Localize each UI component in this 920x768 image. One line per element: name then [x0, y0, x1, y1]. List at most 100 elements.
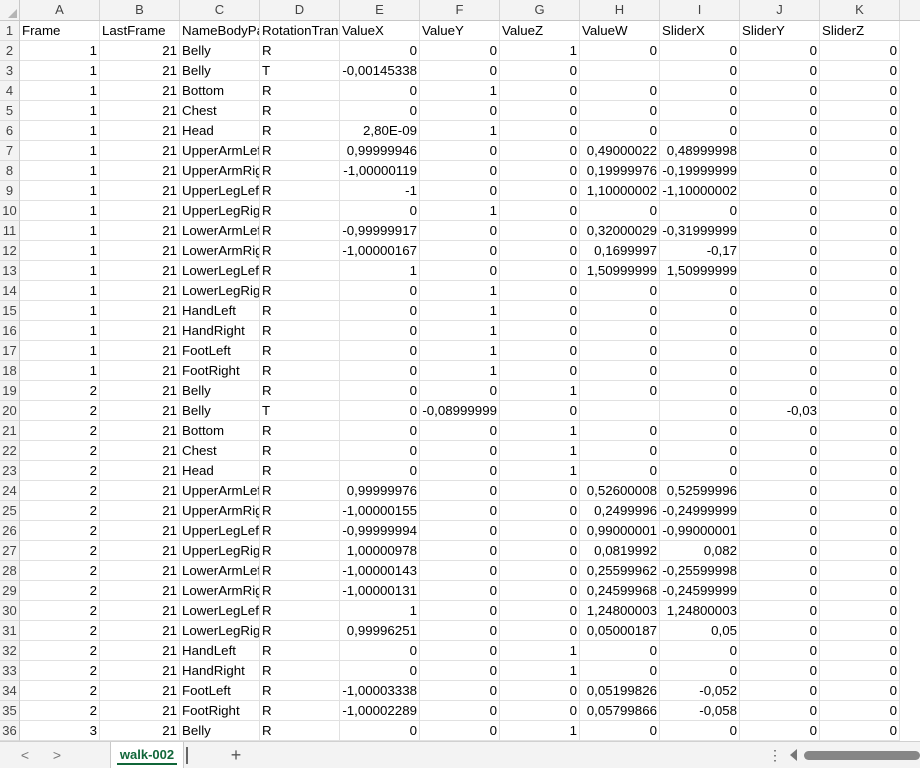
- cell[interactable]: 0: [420, 561, 500, 581]
- header-cell[interactable]: ValueX: [340, 21, 420, 41]
- cell[interactable]: 2: [20, 421, 100, 441]
- cell[interactable]: LowerArmRight: [180, 581, 260, 601]
- cell[interactable]: 0: [820, 681, 900, 701]
- cell[interactable]: R: [260, 501, 340, 521]
- cell[interactable]: HandRight: [180, 321, 260, 341]
- row-header[interactable]: 26: [0, 521, 20, 541]
- cell[interactable]: 2: [20, 461, 100, 481]
- column-header-a[interactable]: A: [20, 0, 100, 20]
- cell[interactable]: 0: [820, 661, 900, 681]
- cell[interactable]: 0: [740, 41, 820, 61]
- cell[interactable]: 21: [100, 581, 180, 601]
- row-header[interactable]: 28: [0, 561, 20, 581]
- header-cell[interactable]: ValueZ: [500, 21, 580, 41]
- cell[interactable]: -1,00003338: [340, 681, 420, 701]
- cell[interactable]: -1,00002289: [340, 701, 420, 721]
- cell[interactable]: 0: [820, 441, 900, 461]
- row-header[interactable]: 27: [0, 541, 20, 561]
- cell[interactable]: 0: [820, 421, 900, 441]
- cell[interactable]: 0: [740, 421, 820, 441]
- cell[interactable]: 21: [100, 541, 180, 561]
- cell[interactable]: 0: [420, 721, 500, 741]
- cell[interactable]: 0: [660, 441, 740, 461]
- cell[interactable]: 0: [420, 521, 500, 541]
- cell[interactable]: 1: [20, 301, 100, 321]
- cell[interactable]: Chest: [180, 101, 260, 121]
- cell[interactable]: 1: [20, 361, 100, 381]
- cell[interactable]: 0: [820, 721, 900, 741]
- cell[interactable]: 0: [420, 701, 500, 721]
- cell[interactable]: 0: [820, 501, 900, 521]
- cell[interactable]: 0: [820, 381, 900, 401]
- cell[interactable]: UpperArmRight: [180, 161, 260, 181]
- cell[interactable]: R: [260, 261, 340, 281]
- cell[interactable]: 21: [100, 481, 180, 501]
- cell[interactable]: 0: [420, 541, 500, 561]
- cell[interactable]: LowerLegRight: [180, 281, 260, 301]
- header-cell[interactable]: NameBodyPart: [180, 21, 260, 41]
- cell[interactable]: 21: [100, 381, 180, 401]
- cell[interactable]: R: [260, 101, 340, 121]
- column-header-d[interactable]: D: [260, 0, 340, 20]
- cell[interactable]: 0: [580, 321, 660, 341]
- cell[interactable]: 1: [20, 41, 100, 61]
- cell[interactable]: 1: [420, 321, 500, 341]
- cell[interactable]: FootLeft: [180, 341, 260, 361]
- cell[interactable]: 0: [820, 321, 900, 341]
- cell[interactable]: 0: [820, 261, 900, 281]
- cell[interactable]: 0: [580, 381, 660, 401]
- cell[interactable]: 1: [340, 261, 420, 281]
- cell[interactable]: 0: [500, 621, 580, 641]
- cell[interactable]: 0: [820, 521, 900, 541]
- cell[interactable]: 0: [340, 421, 420, 441]
- cell[interactable]: 0: [740, 661, 820, 681]
- row-header[interactable]: 29: [0, 581, 20, 601]
- cell[interactable]: HandLeft: [180, 301, 260, 321]
- cell[interactable]: Head: [180, 461, 260, 481]
- cell[interactable]: 21: [100, 561, 180, 581]
- cell[interactable]: T: [260, 401, 340, 421]
- cell[interactable]: 0: [420, 501, 500, 521]
- cell[interactable]: 21: [100, 681, 180, 701]
- row-header[interactable]: 8: [0, 161, 20, 181]
- cell[interactable]: 21: [100, 181, 180, 201]
- cell[interactable]: T: [260, 61, 340, 81]
- cell[interactable]: 21: [100, 461, 180, 481]
- cell[interactable]: LowerLegRight: [180, 621, 260, 641]
- cell[interactable]: 0: [340, 381, 420, 401]
- header-cell[interactable]: SliderY: [740, 21, 820, 41]
- cell[interactable]: R: [260, 141, 340, 161]
- cell[interactable]: 0: [500, 281, 580, 301]
- column-header-e[interactable]: E: [340, 0, 420, 20]
- cell[interactable]: 2: [20, 381, 100, 401]
- cell[interactable]: 0: [420, 421, 500, 441]
- row-header[interactable]: 14: [0, 281, 20, 301]
- cell[interactable]: 0: [740, 481, 820, 501]
- cell[interactable]: 0: [820, 141, 900, 161]
- cell[interactable]: Bottom: [180, 81, 260, 101]
- cell[interactable]: 1: [20, 201, 100, 221]
- cell[interactable]: 21: [100, 341, 180, 361]
- cell[interactable]: 0: [580, 201, 660, 221]
- cell[interactable]: 21: [100, 701, 180, 721]
- cell[interactable]: 1,00000978: [340, 541, 420, 561]
- cell[interactable]: 0: [820, 461, 900, 481]
- cell[interactable]: 1: [20, 341, 100, 361]
- cell[interactable]: 0: [740, 621, 820, 641]
- cell[interactable]: 0: [580, 121, 660, 141]
- cell[interactable]: R: [260, 661, 340, 681]
- cell[interactable]: 0: [500, 521, 580, 541]
- cell[interactable]: 0: [820, 301, 900, 321]
- cell[interactable]: 0: [420, 101, 500, 121]
- cell[interactable]: 0: [740, 581, 820, 601]
- cell[interactable]: 2: [20, 481, 100, 501]
- cell[interactable]: Belly: [180, 61, 260, 81]
- cell[interactable]: 0: [340, 81, 420, 101]
- cell[interactable]: 1: [500, 441, 580, 461]
- cell[interactable]: -1,00000167: [340, 241, 420, 261]
- cell[interactable]: 0: [340, 321, 420, 341]
- cell[interactable]: -0,24999999: [660, 501, 740, 521]
- row-header[interactable]: 5: [0, 101, 20, 121]
- cell[interactable]: 0: [580, 461, 660, 481]
- cell[interactable]: 0: [500, 101, 580, 121]
